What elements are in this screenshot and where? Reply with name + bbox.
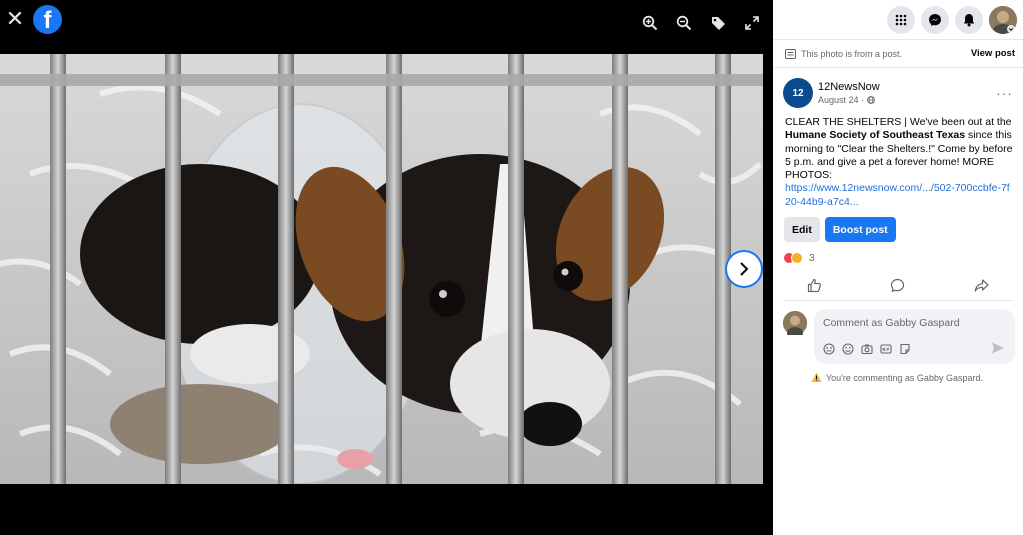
share-icon <box>974 278 989 292</box>
post-date[interactable]: August 24 · <box>818 95 867 105</box>
view-post-link[interactable]: View post <box>971 48 1015 59</box>
viewer-toolbar <box>639 12 763 34</box>
post-text: CLEAR THE SHELTERS | We've been out at t… <box>773 108 1023 209</box>
menu-grid-icon[interactable] <box>887 5 915 34</box>
post-action-bar <box>773 270 1023 300</box>
emoji-icon[interactable] <box>841 342 855 356</box>
avatar-icon[interactable] <box>783 311 807 340</box>
post-photo <box>0 54 763 484</box>
post-icon <box>785 48 796 59</box>
photo-viewer: ✕ f <box>0 0 773 535</box>
org-link[interactable]: Humane Society of Southeast Texas <box>785 129 965 141</box>
comment-icon <box>891 278 905 292</box>
boost-post-button[interactable]: Boost post <box>824 217 896 243</box>
warning-icon <box>811 372 822 383</box>
from-post-bar: This photo is from a post. View post <box>773 40 1023 68</box>
post-date-row: August 24 · <box>818 95 996 105</box>
like-icon <box>808 278 822 292</box>
fullscreen-icon[interactable] <box>741 12 763 34</box>
from-post-text: This photo is from a post. <box>801 48 903 59</box>
like-button[interactable] <box>785 273 845 297</box>
page-avatar[interactable]: 12 <box>783 78 813 108</box>
facebook-logo[interactable]: f <box>33 5 62 34</box>
comment-button[interactable] <box>868 273 928 297</box>
close-icon[interactable]: ✕ <box>4 8 26 30</box>
post-text-intro: CLEAR THE SHELTERS | We've been out at t… <box>785 116 1012 128</box>
avatar-sticker-icon[interactable] <box>822 342 836 356</box>
comment-box <box>814 309 1015 365</box>
zoom-out-icon[interactable] <box>673 12 695 34</box>
reaction-count: 3 <box>809 252 815 264</box>
top-bar <box>773 0 1023 40</box>
reactions-summary[interactable]: 3 <box>773 242 1023 265</box>
tag-icon[interactable] <box>707 12 729 34</box>
messenger-icon[interactable] <box>921 5 949 34</box>
comment-tools <box>822 342 912 356</box>
notifications-icon[interactable] <box>955 5 983 34</box>
gif-icon[interactable] <box>879 342 893 356</box>
post-panel: This photo is from a post. View post 12 … <box>773 0 1023 535</box>
commenting-as-text: You're commenting as Gabby Gaspard. <box>826 372 983 383</box>
more-options-icon[interactable]: ··· <box>996 85 1013 101</box>
account-avatar[interactable] <box>989 5 1017 34</box>
comment-composer <box>773 301 1023 365</box>
sticker-icon[interactable] <box>898 342 912 356</box>
commenting-as-notice: You're commenting as Gabby Gaspard. <box>773 364 1023 383</box>
edit-button[interactable]: Edit <box>784 217 820 243</box>
care-reaction-icon <box>791 252 803 265</box>
page-name[interactable]: 12NewsNow <box>818 81 996 93</box>
next-photo-button[interactable] <box>725 250 763 288</box>
comment-input[interactable] <box>823 315 1013 332</box>
post-header: 12 12NewsNow August 24 · ··· <box>773 68 1023 108</box>
post-admin-actions: Edit Boost post <box>773 209 1023 243</box>
globe-icon <box>866 96 875 104</box>
zoom-in-icon[interactable] <box>639 12 661 34</box>
share-button[interactable] <box>951 273 1011 297</box>
camera-icon[interactable] <box>860 342 874 356</box>
send-icon[interactable] <box>991 341 1005 355</box>
post-link[interactable]: https://www.12newsnow.com/.../502-700ccb… <box>785 182 1013 209</box>
